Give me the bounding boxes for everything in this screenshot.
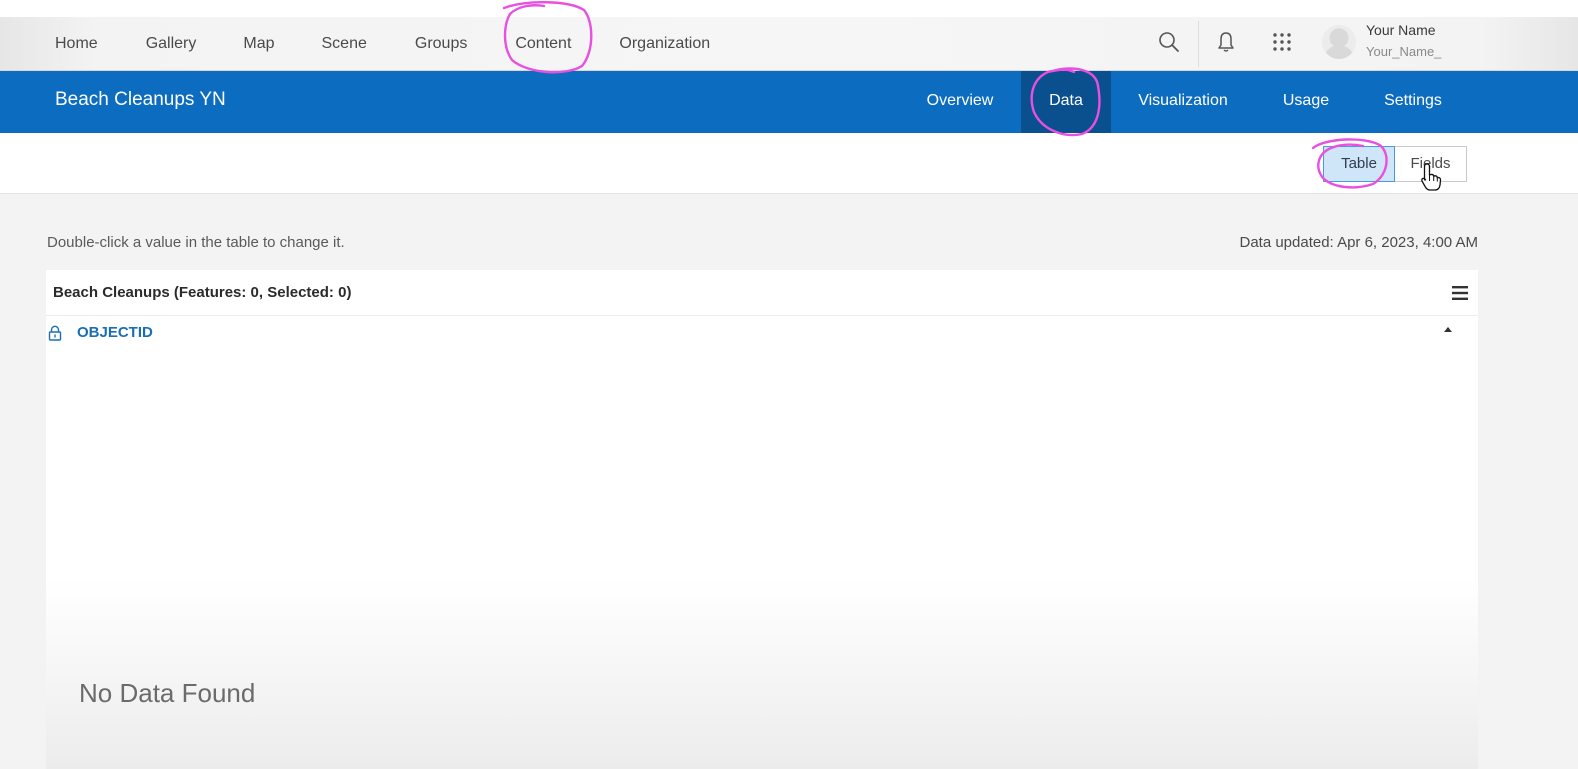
apps-grid-icon (1273, 33, 1291, 51)
nav-scene[interactable]: Scene (322, 35, 367, 53)
tab-settings[interactable]: Settings (1371, 71, 1455, 133)
app-launcher-button[interactable] (1268, 28, 1296, 56)
lock-icon (48, 325, 62, 341)
fields-view-button[interactable]: Fields (1395, 146, 1467, 182)
tab-usage[interactable]: Usage (1266, 71, 1346, 133)
column-header-objectid[interactable]: OBJECTID (77, 324, 153, 341)
item-header-bar: Beach Cleanups YN Overview Data Visualiz… (0, 71, 1578, 133)
nav-map[interactable]: Map (243, 35, 274, 53)
nav-organization[interactable]: Organization (619, 35, 710, 53)
edit-hint-text: Double-click a value in the table to cha… (47, 234, 345, 251)
user-handle: Your_Name_ (1366, 44, 1442, 59)
data-updated-text: Data updated: Apr 6, 2023, 4:00 AM (1239, 234, 1478, 251)
nav-content[interactable]: Content (515, 35, 571, 53)
table-column-header-row: OBJECTID (46, 318, 1478, 348)
nav-home[interactable]: Home (55, 35, 98, 53)
nav-groups[interactable]: Groups (415, 35, 467, 53)
global-nav-links: Home Gallery Map Scene Groups Content Or… (55, 17, 757, 71)
notifications-button[interactable] (1212, 28, 1240, 56)
search-icon (1159, 32, 1179, 52)
tab-data[interactable]: Data (1021, 71, 1111, 133)
table-title: Beach Cleanups (Features: 0, Selected: 0… (53, 284, 352, 301)
table-view-button[interactable]: Table (1323, 146, 1395, 182)
avatar[interactable] (1322, 25, 1356, 59)
nav-gallery[interactable]: Gallery (146, 35, 197, 53)
empty-table-message: No Data Found (79, 678, 256, 708)
table-menu-icon[interactable] (1451, 283, 1469, 303)
table-header: Beach Cleanups (Features: 0, Selected: 0… (46, 270, 1478, 316)
tab-overview[interactable]: Overview (915, 71, 1005, 133)
tab-visualization[interactable]: Visualization (1127, 71, 1239, 133)
user-name[interactable]: Your Name (1366, 22, 1436, 38)
item-title: Beach Cleanups YN (55, 89, 226, 110)
sort-ascending-icon[interactable] (1443, 326, 1453, 334)
global-navigation-bar: Home Gallery Map Scene Groups Content Or… (0, 17, 1578, 71)
bell-icon (1218, 32, 1234, 52)
nav-divider (1198, 21, 1199, 67)
data-table-panel: Beach Cleanups (Features: 0, Selected: 0… (46, 270, 1478, 769)
search-button[interactable] (1155, 28, 1183, 56)
top-white-strip (0, 0, 1578, 17)
